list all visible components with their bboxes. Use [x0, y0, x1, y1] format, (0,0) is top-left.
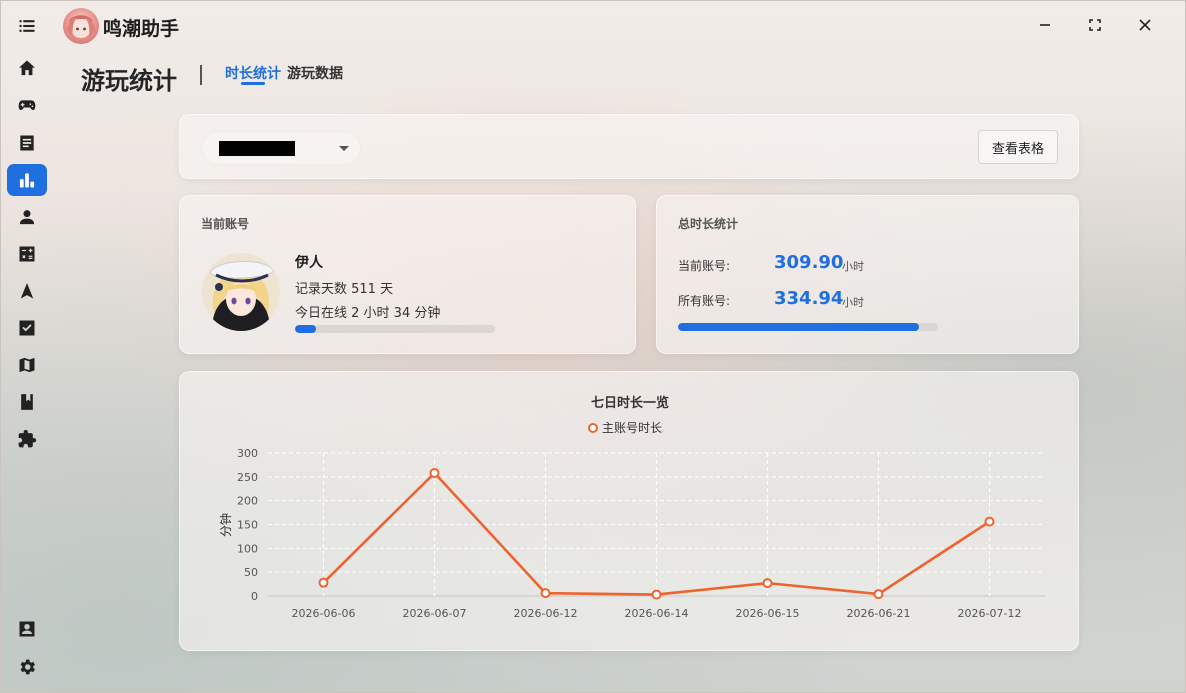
close-button[interactable] — [1133, 13, 1157, 37]
today-progress-bar — [295, 325, 495, 333]
y-tick-label: 250 — [237, 471, 258, 484]
y-tick-label: 300 — [237, 447, 258, 460]
chart-title: 七日时长一览 — [591, 395, 669, 411]
sidebar-item-document[interactable] — [7, 127, 47, 159]
x-tick-label: 2026-06-15 — [736, 607, 800, 620]
y-tick-label: 100 — [237, 542, 258, 555]
account-select[interactable]: ████████ — [201, 131, 361, 165]
x-tick-label: 2026-06-12 — [514, 607, 578, 620]
minimize-button[interactable] — [1033, 13, 1057, 37]
settings-icon — [20, 659, 35, 675]
total-progress-bar — [678, 323, 938, 331]
checkbox-icon — [19, 320, 35, 336]
header-divider — [200, 65, 202, 85]
all-accounts-unit: 小时 — [842, 296, 864, 309]
maximize-button[interactable] — [1083, 13, 1107, 37]
online-today-text: 今日在线 2 小时 34 分钟 — [295, 306, 441, 321]
menu-button[interactable] — [7, 10, 47, 42]
view-table-button[interactable]: 查看表格 — [978, 130, 1058, 164]
minimize-icon — [1040, 24, 1050, 26]
all-accounts-label: 所有账号: — [678, 294, 731, 308]
current-account-unit: 小时 — [842, 260, 864, 273]
weekly-duration-chart: 七日时长一览 主账号时长 分钟 0 50 100 150 200 250 300 2026-… — [218, 395, 1045, 620]
bar-chart-icon — [19, 173, 35, 188]
x-tick-label: 2026-06-06 — [292, 607, 356, 620]
x-tick-label: 2026-06-14 — [625, 607, 689, 620]
avatar — [202, 253, 280, 331]
navigation-icon — [20, 283, 34, 299]
current-account-hours: 309.90 — [774, 252, 844, 273]
map-icon — [19, 357, 35, 373]
total-duration-card: 总时长统计 当前账号: 309.90 小时 所有账号: 334.94 小时 — [656, 195, 1079, 354]
legend-label: 主账号时长 — [602, 421, 662, 435]
account-box-icon — [19, 621, 35, 637]
all-accounts-hours: 334.94 — [774, 288, 844, 309]
current-account-title: 当前账号 — [201, 217, 250, 231]
sidebar-item-game[interactable] — [7, 89, 47, 121]
chevron-down-icon — [339, 146, 349, 151]
y-tick-label: 50 — [244, 566, 258, 579]
sidebar-item-plugins[interactable] — [7, 423, 47, 455]
account-name: 伊人 — [295, 255, 323, 271]
page-title: 游玩统计 — [81, 67, 177, 95]
total-duration-title: 总时长统计 — [678, 217, 739, 231]
data-point[interactable] — [984, 516, 995, 527]
y-tick-label: 200 — [237, 495, 258, 508]
account-select-value-redacted: ████████ — [219, 141, 295, 156]
active-tab-indicator — [241, 82, 265, 85]
x-tick-label: 2026-06-21 — [847, 607, 911, 620]
chart-legend[interactable]: 主账号时长 — [588, 421, 662, 435]
current-account-label: 当前账号: — [678, 259, 731, 273]
y-tick-label: 150 — [237, 519, 258, 532]
data-point[interactable] — [873, 589, 884, 600]
sidebar — [1, 1, 53, 693]
sidebar-item-account[interactable] — [7, 613, 47, 645]
sidebar-item-statistics[interactable] — [7, 164, 47, 196]
data-point[interactable] — [540, 588, 551, 599]
x-axis-ticks: 2026-06-06 2026-06-07 2026-06-12 2026-06-14… — [292, 607, 1022, 620]
book-icon — [21, 394, 33, 410]
data-point[interactable] — [651, 589, 662, 600]
sidebar-item-settings[interactable] — [7, 651, 47, 683]
document-icon — [20, 135, 34, 151]
x-tick-label: 2026-06-07 — [403, 607, 467, 620]
gamepad-icon — [18, 100, 36, 110]
weekly-chart-card: 七日时长一览 主账号时长 分钟 0 50 100 150 200 250 300 2026-… — [179, 371, 1079, 651]
data-point[interactable] — [429, 468, 440, 479]
data-point[interactable] — [318, 577, 329, 588]
sidebar-item-tasks[interactable] — [7, 312, 47, 344]
home-icon — [19, 60, 35, 76]
legend-marker — [588, 423, 598, 433]
sidebar-item-map[interactable] — [7, 349, 47, 381]
calculator-icon — [19, 246, 35, 262]
maximize-icon — [1089, 19, 1101, 31]
today-progress-fill — [295, 325, 317, 333]
toolbar-card: ████████ 查看表格 — [179, 114, 1079, 179]
chart-grid — [268, 452, 1045, 597]
sidebar-item-wiki[interactable] — [7, 386, 47, 418]
close-icon — [1139, 19, 1151, 31]
sidebar-item-navigation[interactable] — [7, 275, 47, 307]
y-axis-ticks: 0 50 100 150 200 250 300 — [237, 447, 258, 603]
sidebar-item-calculator[interactable] — [7, 238, 47, 270]
menu-icon — [19, 20, 35, 32]
sidebar-item-character[interactable] — [7, 201, 47, 233]
total-progress-fill — [678, 323, 919, 331]
current-account-card: 当前账号 伊人 记录天数 511 天 今日在线 2 小时 34 分钟 — [179, 195, 636, 354]
person-icon — [19, 210, 35, 225]
sidebar-item-home[interactable] — [7, 52, 47, 84]
app-title: 鸣潮助手 — [103, 18, 180, 40]
app-logo — [63, 8, 99, 44]
y-tick-label: 0 — [251, 590, 258, 603]
data-point[interactable] — [762, 578, 773, 589]
puzzle-icon — [18, 429, 37, 448]
x-tick-label: 2026-07-12 — [958, 607, 1022, 620]
tab-duration-stats[interactable]: 时长统计 — [225, 63, 281, 83]
app-window: 鸣潮助手 游玩统计 时长统计 游玩数据 ████████ 查看表格 当前账号 伊… — [0, 0, 1186, 693]
y-axis-label: 分钟 — [218, 513, 233, 537]
tab-play-data[interactable]: 游玩数据 — [287, 63, 343, 83]
record-days-text: 记录天数 511 天 — [295, 282, 394, 297]
